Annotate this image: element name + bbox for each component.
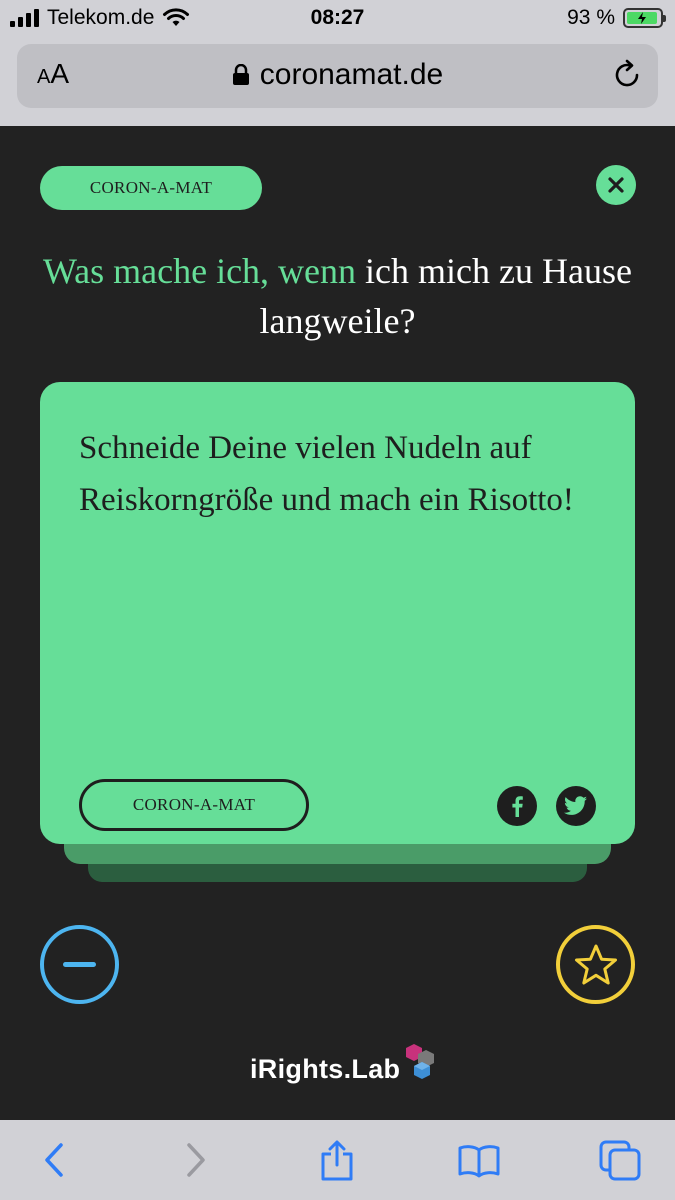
status-right: 93 %	[567, 6, 666, 30]
question-highlight: Was mache ich, wenn	[43, 251, 357, 291]
book-icon	[458, 1145, 500, 1178]
twitter-share-button[interactable]	[556, 786, 596, 826]
favorite-button[interactable]	[556, 925, 635, 1004]
status-bar: Telekom.de 08:27 93 %	[0, 0, 675, 38]
browser-toolbar	[0, 1120, 675, 1200]
tabs-icon	[599, 1140, 641, 1181]
url-text: coronamat.de	[259, 58, 444, 91]
bookmarks-button[interactable]	[457, 1138, 501, 1182]
close-button[interactable]	[596, 165, 636, 205]
reload-icon[interactable]	[610, 58, 644, 92]
facebook-icon	[512, 796, 523, 817]
tabs-button[interactable]	[598, 1138, 642, 1182]
share-icon	[321, 1140, 353, 1181]
question-heading: Was mache ich, wenn ich mich zu Hause la…	[30, 246, 645, 346]
minus-button[interactable]	[40, 925, 119, 1004]
url-field[interactable]: coronamat.de	[17, 58, 658, 92]
battery-icon	[623, 8, 666, 28]
irights-lab-logo: iRights.Lab	[250, 1042, 440, 1086]
chevron-left-icon	[45, 1143, 63, 1177]
chevron-right-icon	[187, 1143, 205, 1177]
lock-icon	[232, 64, 249, 85]
battery-percent: 93 %	[567, 6, 615, 29]
card-text: Schneide Deine vielen Nudeln auf Reiskor…	[79, 430, 574, 518]
logo-cube-icon	[406, 1044, 435, 1079]
forward-button[interactable]	[174, 1138, 218, 1182]
logo-text: iRights.Lab	[250, 1054, 401, 1084]
app-badge: CORON-A-MAT	[40, 166, 262, 210]
star-icon	[574, 944, 617, 984]
facebook-share-button[interactable]	[497, 786, 537, 826]
address-bar[interactable]: AA coronamat.de	[17, 44, 658, 108]
browser-top-chrome: Telekom.de 08:27 93 % AA coronamat.de	[0, 0, 675, 126]
share-button[interactable]	[315, 1138, 359, 1182]
twitter-icon	[564, 796, 587, 815]
card-badge: CORON-A-MAT	[79, 779, 309, 831]
answer-card[interactable]: Schneide Deine vielen Nudeln auf Reiskor…	[40, 382, 635, 844]
back-button[interactable]	[32, 1138, 76, 1182]
close-icon	[608, 177, 624, 193]
